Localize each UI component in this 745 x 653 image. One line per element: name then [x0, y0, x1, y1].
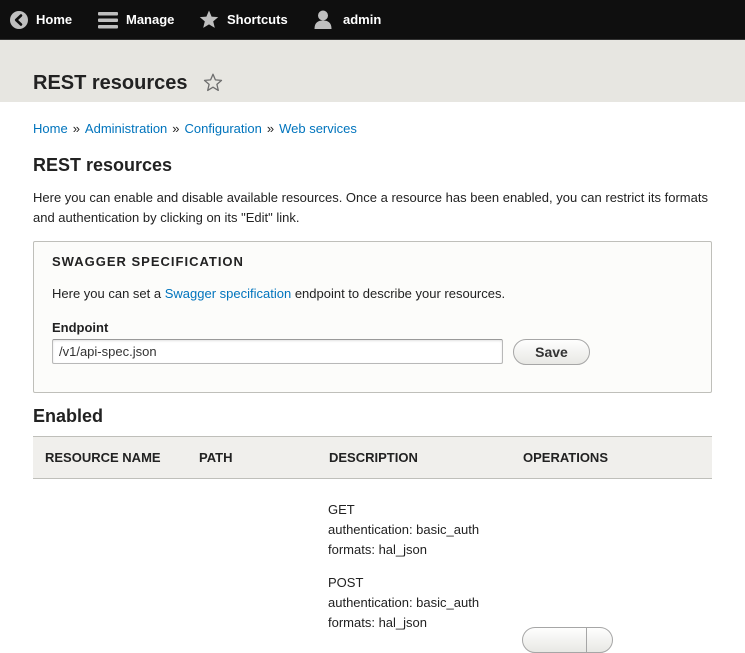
breadcrumb-web-services[interactable]: Web services	[279, 121, 357, 136]
toolbar-home-label: Home	[36, 12, 73, 27]
endpoint-input[interactable]	[52, 339, 503, 364]
operation-authentication: authentication: basic_auth	[328, 595, 480, 610]
column-resource-name: RESOURCE NAME	[45, 450, 161, 465]
operation-method: POST	[328, 575, 364, 590]
swagger-fieldset: SWAGGER SPECIFICATION Here you can set a…	[33, 241, 712, 393]
breadcrumb-separator: »	[72, 121, 80, 136]
operation-post: POST authentication: basic_auth formats:…	[328, 573, 479, 633]
breadcrumb: Home » Administration » Configuration » Web se…	[33, 121, 357, 137]
toolbar-manage-label: Manage	[126, 12, 175, 27]
column-path: PATH	[199, 450, 233, 465]
enabled-heading: Enabled	[33, 406, 104, 426]
admin-toolbar: Home Manage Shortcuts admin	[0, 0, 745, 40]
content-description: Here you can enable and disable availabl…	[33, 190, 708, 225]
toolbar-user-label: admin	[343, 12, 382, 27]
dropbutton-divider	[586, 628, 587, 652]
save-button[interactable]: Save	[513, 339, 590, 365]
swagger-spec-link[interactable]: Swagger specification	[165, 286, 291, 301]
operation-method: GET	[328, 502, 355, 517]
operations-dropbutton[interactable]	[522, 627, 613, 653]
content-heading: REST resources	[33, 155, 173, 175]
breadcrumb-configuration[interactable]: Configuration	[185, 121, 262, 136]
swagger-legend: SWAGGER SPECIFICATION	[52, 254, 244, 269]
breadcrumb-separator: »	[172, 121, 180, 136]
toolbar-user[interactable]: admin	[314, 0, 381, 39]
shortcut-star-icon[interactable]	[203, 73, 223, 95]
toolbar-home[interactable]: Home	[10, 0, 72, 39]
swagger-text-after: endpoint to describe your resources.	[291, 286, 506, 301]
hamburger-menu-icon	[98, 11, 118, 29]
endpoint-label: Endpoint	[52, 320, 109, 335]
resources-table-header: RESOURCE NAME PATH DESCRIPTION OPERATION…	[33, 436, 712, 479]
column-description: DESCRIPTION	[329, 450, 418, 465]
operation-formats: formats: hal_json	[328, 542, 427, 557]
breadcrumb-administration[interactable]: Administration	[85, 121, 167, 136]
breadcrumb-separator: »	[266, 121, 275, 136]
operation-get: GET authentication: basic_auth formats: …	[328, 500, 479, 560]
toolbar-shortcuts[interactable]: Shortcuts	[199, 0, 288, 39]
swagger-description: Here you can set a Swagger specification…	[52, 286, 505, 301]
toolbar-manage[interactable]: Manage	[98, 0, 174, 39]
page-title: REST resources	[33, 72, 188, 94]
star-icon	[199, 10, 219, 29]
operation-formats: formats: hal_json	[328, 615, 427, 630]
back-arrow-icon	[10, 10, 28, 29]
breadcrumb-home[interactable]: Home	[33, 121, 68, 136]
user-icon	[314, 10, 332, 29]
operation-authentication: authentication: basic_auth	[328, 522, 480, 537]
swagger-text-before: Here you can set a	[52, 286, 165, 301]
column-operations: OPERATIONS	[523, 450, 608, 465]
toolbar-shortcuts-label: Shortcuts	[227, 12, 288, 27]
